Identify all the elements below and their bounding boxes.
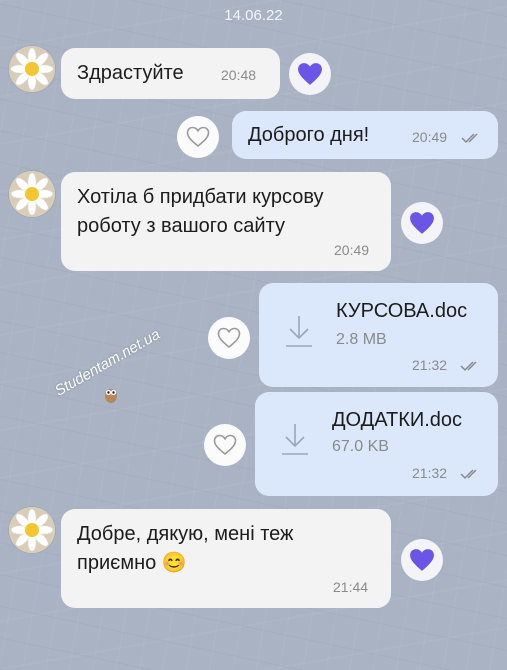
message-time: 21:44 (333, 579, 369, 595)
download-icon[interactable] (284, 314, 314, 348)
message-text: Здрастуйте (77, 62, 184, 84)
daisy-avatar-icon (9, 171, 55, 217)
owl-logo-icon (105, 389, 117, 403)
daisy-avatar-icon (9, 507, 55, 553)
read-ticks-icon (461, 133, 478, 144)
message-time: 21:32 (412, 465, 448, 481)
heart-filled-icon (410, 549, 434, 571)
file-size: 2.8 MB (336, 331, 387, 348)
daisy-avatar-icon (9, 46, 55, 92)
like-button[interactable] (401, 539, 443, 581)
message-time: 20:48 (221, 67, 257, 83)
message-bubble-incoming[interactable]: Здрастуйте 20:48 (61, 48, 280, 99)
file-size: 67.0 KB (332, 438, 389, 455)
heart-filled-icon (410, 212, 434, 234)
heart-outline-icon (186, 126, 210, 148)
message-bubble-outgoing[interactable]: Доброго дня! 20:49 (232, 111, 498, 159)
like-button[interactable] (177, 116, 219, 158)
message-text: Доброго дня! (248, 124, 370, 146)
avatar[interactable] (9, 46, 55, 92)
file-name[interactable]: ДОДАТКИ.doc (332, 409, 462, 432)
message-text: Хотіла б придбати курсову роботу з вашог… (77, 186, 324, 237)
heart-filled-icon (298, 63, 322, 85)
like-button[interactable] (401, 202, 443, 244)
like-button[interactable] (204, 424, 246, 466)
message-bubble-incoming[interactable]: Добре, дякую, мені теж приємно 😊 21:44 (61, 509, 391, 608)
download-icon[interactable] (280, 422, 310, 456)
like-button[interactable] (289, 53, 331, 95)
file-message-bubble[interactable]: КУРСОВА.doc 2.8 MB 21:32 (259, 283, 498, 387)
date-separator: 14.06.22 (224, 7, 283, 24)
file-name[interactable]: КУРСОВА.doc (336, 300, 467, 323)
read-ticks-icon (460, 469, 477, 480)
like-button[interactable] (208, 317, 250, 359)
message-bubble-incoming[interactable]: Хотіла б придбати курсову роботу з вашог… (61, 172, 391, 271)
message-time: 20:49 (334, 242, 370, 258)
avatar[interactable] (9, 507, 55, 553)
message-text: Добре, дякую, мені теж приємно 😊 (77, 523, 294, 574)
avatar[interactable] (9, 171, 55, 217)
heart-outline-icon (217, 327, 241, 349)
heart-outline-icon (213, 434, 237, 456)
read-ticks-icon (460, 361, 477, 372)
file-message-bubble[interactable]: ДОДАТКИ.doc 67.0 KB 21:32 (255, 392, 498, 496)
message-time: 20:49 (412, 129, 448, 145)
message-time: 21:32 (412, 357, 448, 373)
